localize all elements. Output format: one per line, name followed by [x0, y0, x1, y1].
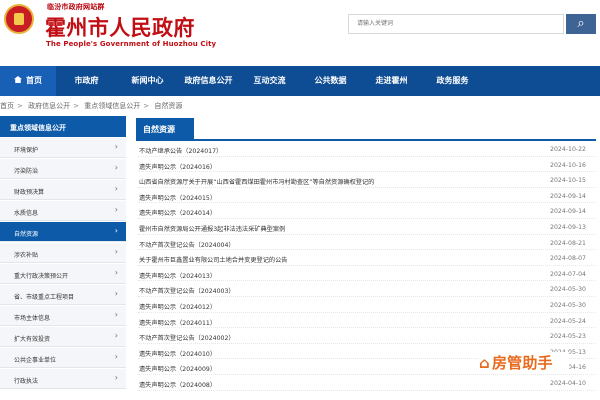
search-input[interactable]	[348, 14, 564, 34]
list-item-title[interactable]: 不动产首次登记公告（2024004）	[139, 240, 235, 249]
sidebar-item-investment[interactable]: 扩大有效投资 ›	[0, 327, 126, 347]
list-item-date: 2024-09-14	[550, 208, 586, 216]
content-section-title: 自然资源	[136, 118, 194, 139]
sidebar: 重点领域信息公开 环境保护 › 污染防治 › 财政预决算 › 水质信息 › 自然资源 › …	[0, 116, 126, 389]
house-icon: ⌂	[479, 354, 490, 372]
chevron-right-icon: ›	[114, 268, 118, 277]
breadcrumb-focus[interactable]: 重点领域信息公开	[84, 102, 140, 110]
national-emblem-icon	[4, 4, 34, 34]
chevron-right-icon: ›	[114, 163, 118, 172]
site-group-label: 临汾市政府网站群	[47, 3, 105, 11]
nav-government-services[interactable]: 政务服务	[422, 66, 483, 96]
list-item-title[interactable]: 遗失声明公示（2024009）	[139, 364, 216, 373]
list-item[interactable]: 遗失声明公示（2024013） 2024-07-04	[138, 266, 596, 282]
nav-interaction[interactable]: 互动交流	[239, 66, 300, 96]
main-nav: 首页 市政府 新闻中心 政府信息公开 互动交流 公共数据 走进霍州 政务服务	[0, 66, 600, 96]
list-item[interactable]: 不动产继承公告（2024017） 2024-10-22	[138, 141, 596, 157]
list-item-title[interactable]: 遗失声明公示（2024012）	[139, 302, 216, 311]
watermark: ⌂ 房管助手	[479, 352, 569, 374]
list-item-title[interactable]: 遗失声明公示（2024014）	[139, 208, 216, 217]
list-item-date: 2024-04-10	[550, 379, 586, 387]
chevron-right-icon: ›	[114, 247, 118, 256]
sidebar-item-pollution[interactable]: 污染防治 ›	[0, 159, 126, 179]
list-item-date: 2024-10-15	[550, 177, 586, 185]
breadcrumb: 首页 > 政府信息公开 > 重点领域信息公开 > 自然资源	[0, 101, 182, 111]
list-item-title[interactable]: 遗失声明公示（2024011）	[139, 318, 216, 327]
list-item-title[interactable]: 不动产首次登记公告（2024003）	[139, 286, 235, 295]
list-item-date: 2024-08-07	[550, 255, 586, 263]
list-item[interactable]: 山西省自然资源厅关于开展“山西省霍西煤田霍州市冯村勘查区”等自然资源确权登记的 2…	[138, 172, 596, 188]
site-title: 霍州市人民政府	[45, 15, 195, 40]
sidebar-item-market-entities[interactable]: 市场主体信息 ›	[0, 306, 126, 326]
chevron-right-icon: ›	[114, 142, 118, 151]
list-item-title[interactable]: 遗失声明公示（2024008）	[139, 380, 216, 389]
list-item-title[interactable]: 山西省自然资源厅关于开展“山西省霍西煤田霍州市冯村勘查区”等自然资源确权登记的	[139, 177, 374, 186]
site-subtitle: The People's Government of Huozhou City	[46, 40, 217, 48]
list-item-date: 2024-05-24	[550, 317, 586, 325]
list-item[interactable]: 不动产首次登记公告（2024002） 2024-05-23	[138, 328, 596, 344]
nav-government-info[interactable]: 政府信息公开	[178, 66, 239, 96]
nav-public-data[interactable]: 公共数据	[300, 66, 361, 96]
chevron-right-icon: ›	[114, 331, 118, 340]
list-item-title[interactable]: 不动产继承公告（2024017）	[139, 146, 222, 155]
list-item-title[interactable]: 霍州市自然资源局公开通报3起非法违法采矿典型案例	[139, 224, 285, 233]
search-button[interactable]: ⌕	[566, 14, 596, 34]
sidebar-item-budget[interactable]: 财政预决算 ›	[0, 180, 126, 200]
chevron-right-icon: ›	[114, 373, 118, 382]
chevron-right-icon: ›	[114, 205, 118, 214]
list-item-title[interactable]: 关于霍州市巨鑫置业有限公司土地合并变更登记的公告	[139, 255, 288, 264]
breadcrumb-home[interactable]: 首页	[0, 102, 14, 110]
chevron-right-icon: ›	[114, 226, 118, 235]
list-item[interactable]: 遗失声明公示（2024008） 2024-04-10	[138, 375, 596, 391]
sidebar-item-agri-subsidy[interactable]: 涉农补贴 ›	[0, 243, 126, 263]
breadcrumb-separator-icon: >	[73, 102, 79, 110]
breadcrumb-separator-icon: >	[143, 102, 150, 110]
list-item-title[interactable]: 不动产首次登记公告（2024002）	[139, 333, 235, 342]
list-item[interactable]: 霍州市自然资源局公开通报3起非法违法采矿典型案例 2024-09-13	[138, 219, 596, 235]
sidebar-item-law-enforcement[interactable]: 行政执法 ›	[0, 369, 126, 389]
list-item-title[interactable]: 遗失声明公示（2024016）	[139, 162, 216, 171]
list-item-title[interactable]: 遗失声明公示（2024010）	[139, 349, 216, 358]
sidebar-title: 重点领域信息公开	[0, 116, 126, 137]
sidebar-item-public-units[interactable]: 公共企事业单位 ›	[0, 348, 126, 368]
list-item-title[interactable]: 遗失声明公示（2024015）	[139, 193, 216, 202]
breadcrumb-info[interactable]: 政府信息公开	[28, 102, 70, 110]
sidebar-item-decision-preview[interactable]: 重大行政决策预公开 ›	[0, 264, 126, 284]
breadcrumb-separator-icon: >	[17, 102, 23, 110]
chevron-right-icon: ›	[114, 352, 118, 361]
list-item[interactable]: 遗失声明公示（2024012） 2024-05-30	[138, 297, 596, 313]
nav-home[interactable]: 首页	[0, 66, 56, 96]
sidebar-item-environment[interactable]: 环境保护 ›	[0, 138, 126, 158]
list-item-date: 2024-10-16	[550, 161, 586, 169]
list-item[interactable]: 不动产首次登记公告（2024003） 2024-05-30	[138, 281, 596, 297]
list-item[interactable]: 遗失声明公示（2024014） 2024-09-14	[138, 203, 596, 219]
list-item[interactable]: 遗失声明公示（2024015） 2024-09-14	[138, 188, 596, 204]
list-item-date: 2024-09-14	[550, 192, 586, 200]
breadcrumb-current: 自然资源	[154, 102, 183, 110]
sidebar-item-natural-resources[interactable]: 自然资源 ›	[0, 222, 126, 242]
list-item[interactable]: 遗失声明公示（2024016） 2024-10-16	[138, 157, 596, 173]
chevron-right-icon: ›	[114, 310, 118, 319]
search-icon: ⌕	[577, 16, 585, 31]
nav-into-huozhou[interactable]: 走进霍州	[361, 66, 422, 96]
list-item-date: 2024-05-30	[550, 286, 586, 294]
list-item[interactable]: 关于霍州市巨鑫置业有限公司土地合并变更登记的公告 2024-08-07	[138, 250, 596, 266]
list-item-title[interactable]: 遗失声明公示（2024013）	[139, 271, 216, 280]
list-item-date: 2024-05-23	[550, 333, 586, 341]
chevron-right-icon: ›	[114, 184, 118, 193]
list-item-date: 2024-08-21	[550, 239, 586, 247]
list-item[interactable]: 不动产首次登记公告（2024004） 2024-08-21	[138, 235, 596, 251]
list-item-date: 2024-05-30	[550, 301, 586, 309]
nav-city-government[interactable]: 市政府	[56, 66, 117, 96]
list-item-date: 2024-07-04	[550, 270, 586, 278]
nav-news-center[interactable]: 新闻中心	[117, 66, 178, 96]
sidebar-item-key-projects[interactable]: 省、市级重点工程项目 ›	[0, 285, 126, 305]
chevron-right-icon: ›	[114, 289, 118, 298]
home-icon	[14, 76, 22, 83]
sidebar-item-water[interactable]: 水质信息 ›	[0, 201, 126, 221]
list-item-date: 2024-09-13	[550, 223, 586, 231]
list-item-date: 2024-10-22	[550, 146, 586, 153]
list-item[interactable]: 遗失声明公示（2024011） 2024-05-24	[138, 313, 596, 329]
site-header: 临汾市政府网站群 霍州市人民政府 The People's Government…	[0, 0, 600, 64]
